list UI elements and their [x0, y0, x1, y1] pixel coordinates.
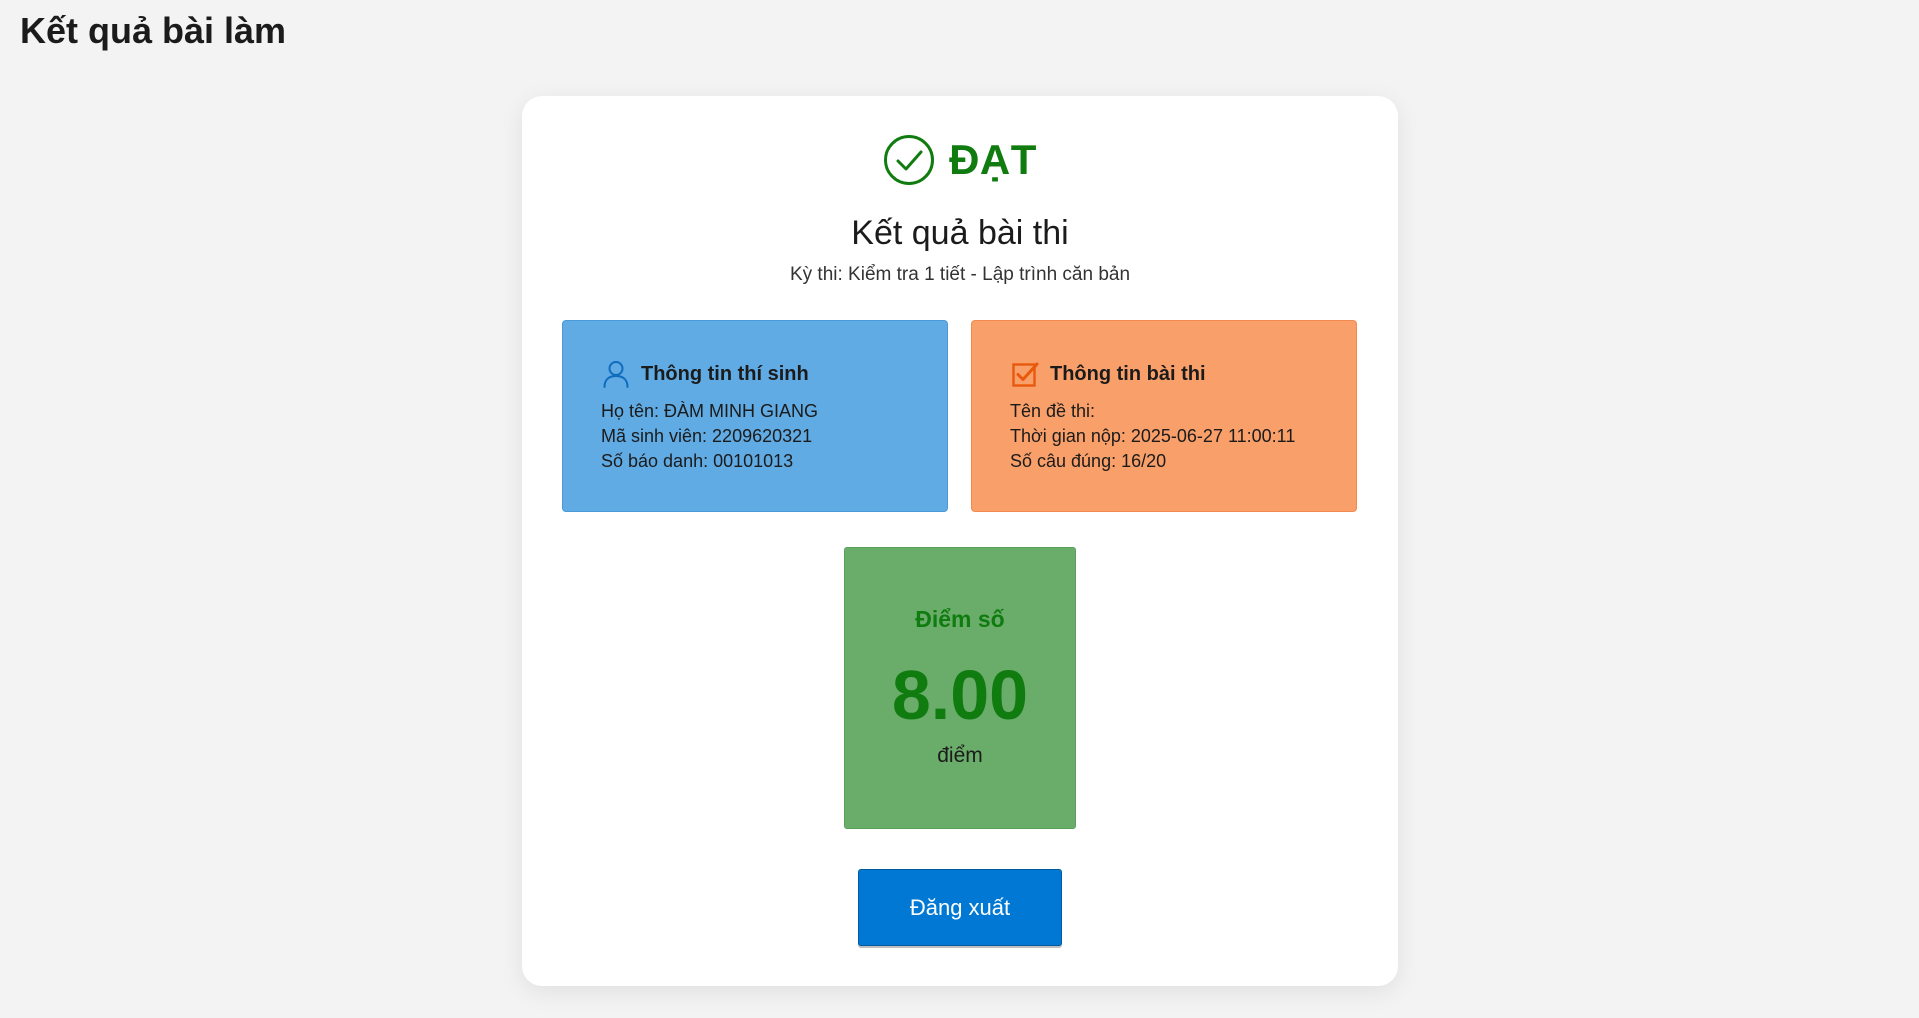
result-heading: Kết quả bài thi: [851, 214, 1069, 252]
candidate-info-heading: Thông tin thí sinh: [601, 359, 909, 389]
exam-name: Kỳ thi: Kiểm tra 1 tiết - Lập trình căn …: [789, 264, 1131, 285]
exam-info-heading: Thông tin bài thi: [1010, 359, 1318, 389]
user-icon: [603, 361, 629, 388]
checkbox-icon: [1012, 362, 1039, 387]
score-value: 8.00: [891, 656, 1029, 734]
registration-number: Số báo danh: 00101013: [601, 451, 794, 471]
candidate-name: Họ tên: ĐÀM MINH GIANG: [601, 401, 819, 421]
score-unit: điểm: [937, 744, 983, 767]
status-text: ĐẠT: [949, 136, 1037, 183]
exam-info-title: Thông tin bài thi: [1050, 362, 1206, 385]
score-label: Điểm số: [915, 606, 1005, 632]
page-title: Kết quả bài làm: [20, 10, 287, 51]
exam-info-box: Thông tin bài thi Tên đề thi: Thời gian …: [971, 320, 1357, 512]
check-circle-icon: [884, 135, 935, 185]
score-box: Điểm số 8.00 điểm: [844, 547, 1076, 829]
candidate-info-title: Thông tin thí sinh: [641, 362, 809, 385]
exam-title: Tên đề thi:: [1010, 401, 1096, 421]
logout-button[interactable]: Đăng xuất: [858, 869, 1062, 946]
correct-answers: Số câu đúng: 16/20: [1010, 451, 1167, 471]
student-id: Mã sinh viên: 2209620321: [601, 426, 813, 446]
pass-status: ĐẠT: [522, 134, 1398, 186]
candidate-info-box: Thông tin thí sinh Họ tên: ĐÀM MINH GIAN…: [562, 320, 948, 512]
submit-time: Thời gian nộp: 2025-06-27 11:00:11: [1010, 426, 1296, 446]
result-card: ĐẠT Kết quả bài thi Kỳ thi: Kiểm tra 1 t…: [522, 96, 1398, 986]
